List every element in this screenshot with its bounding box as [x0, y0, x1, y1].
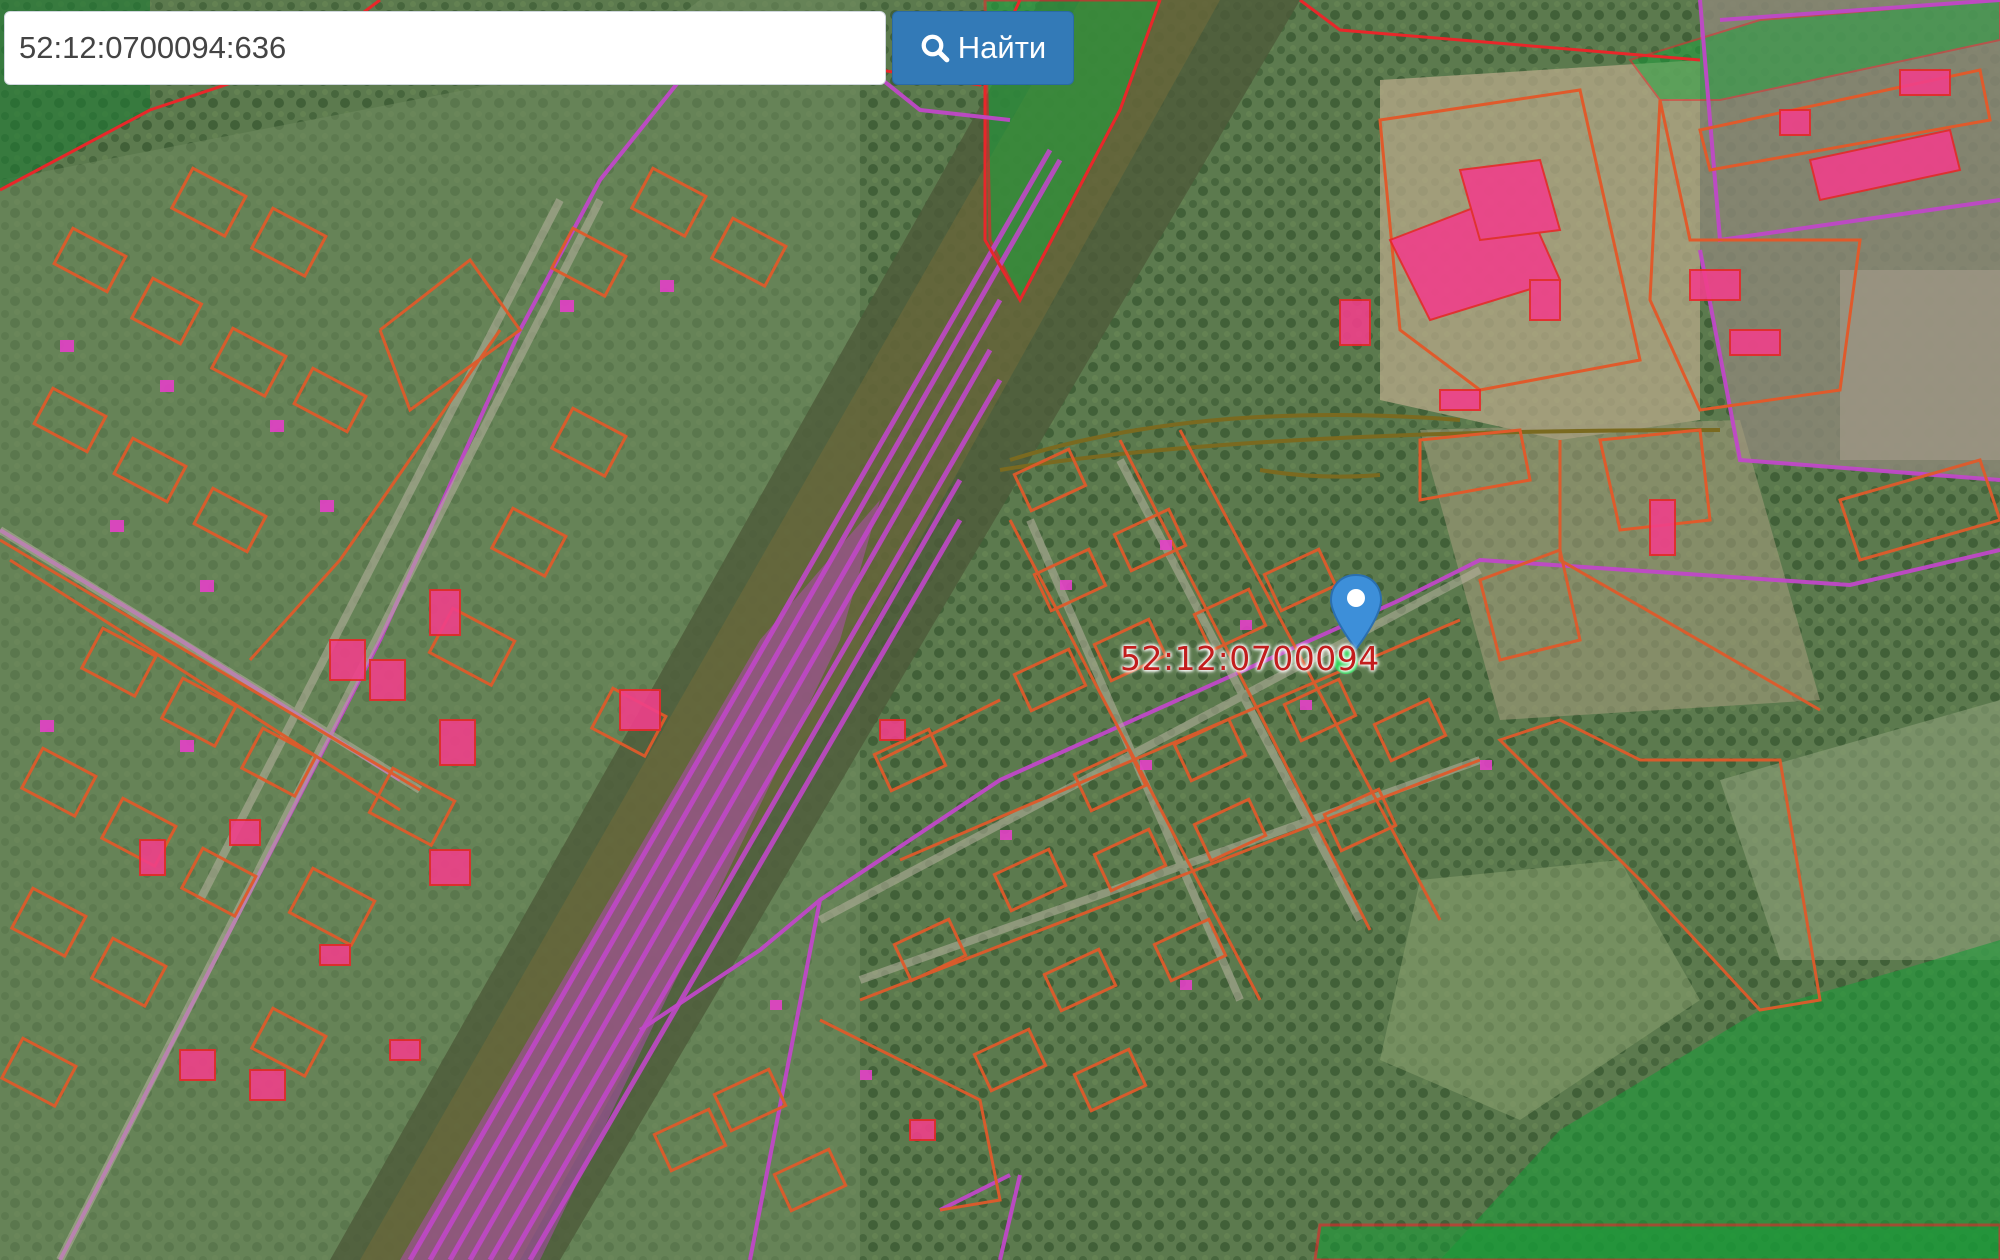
satellite-map[interactable]: [0, 0, 2000, 1260]
search-button[interactable]: Найти: [892, 11, 1074, 85]
search-bar: Найти: [4, 11, 1074, 85]
parcel-cadastral-label: 52:12:0700094: [1120, 639, 1380, 678]
search-input[interactable]: [4, 11, 886, 85]
search-icon: [921, 34, 950, 63]
search-button-label: Найти: [957, 30, 1047, 65]
